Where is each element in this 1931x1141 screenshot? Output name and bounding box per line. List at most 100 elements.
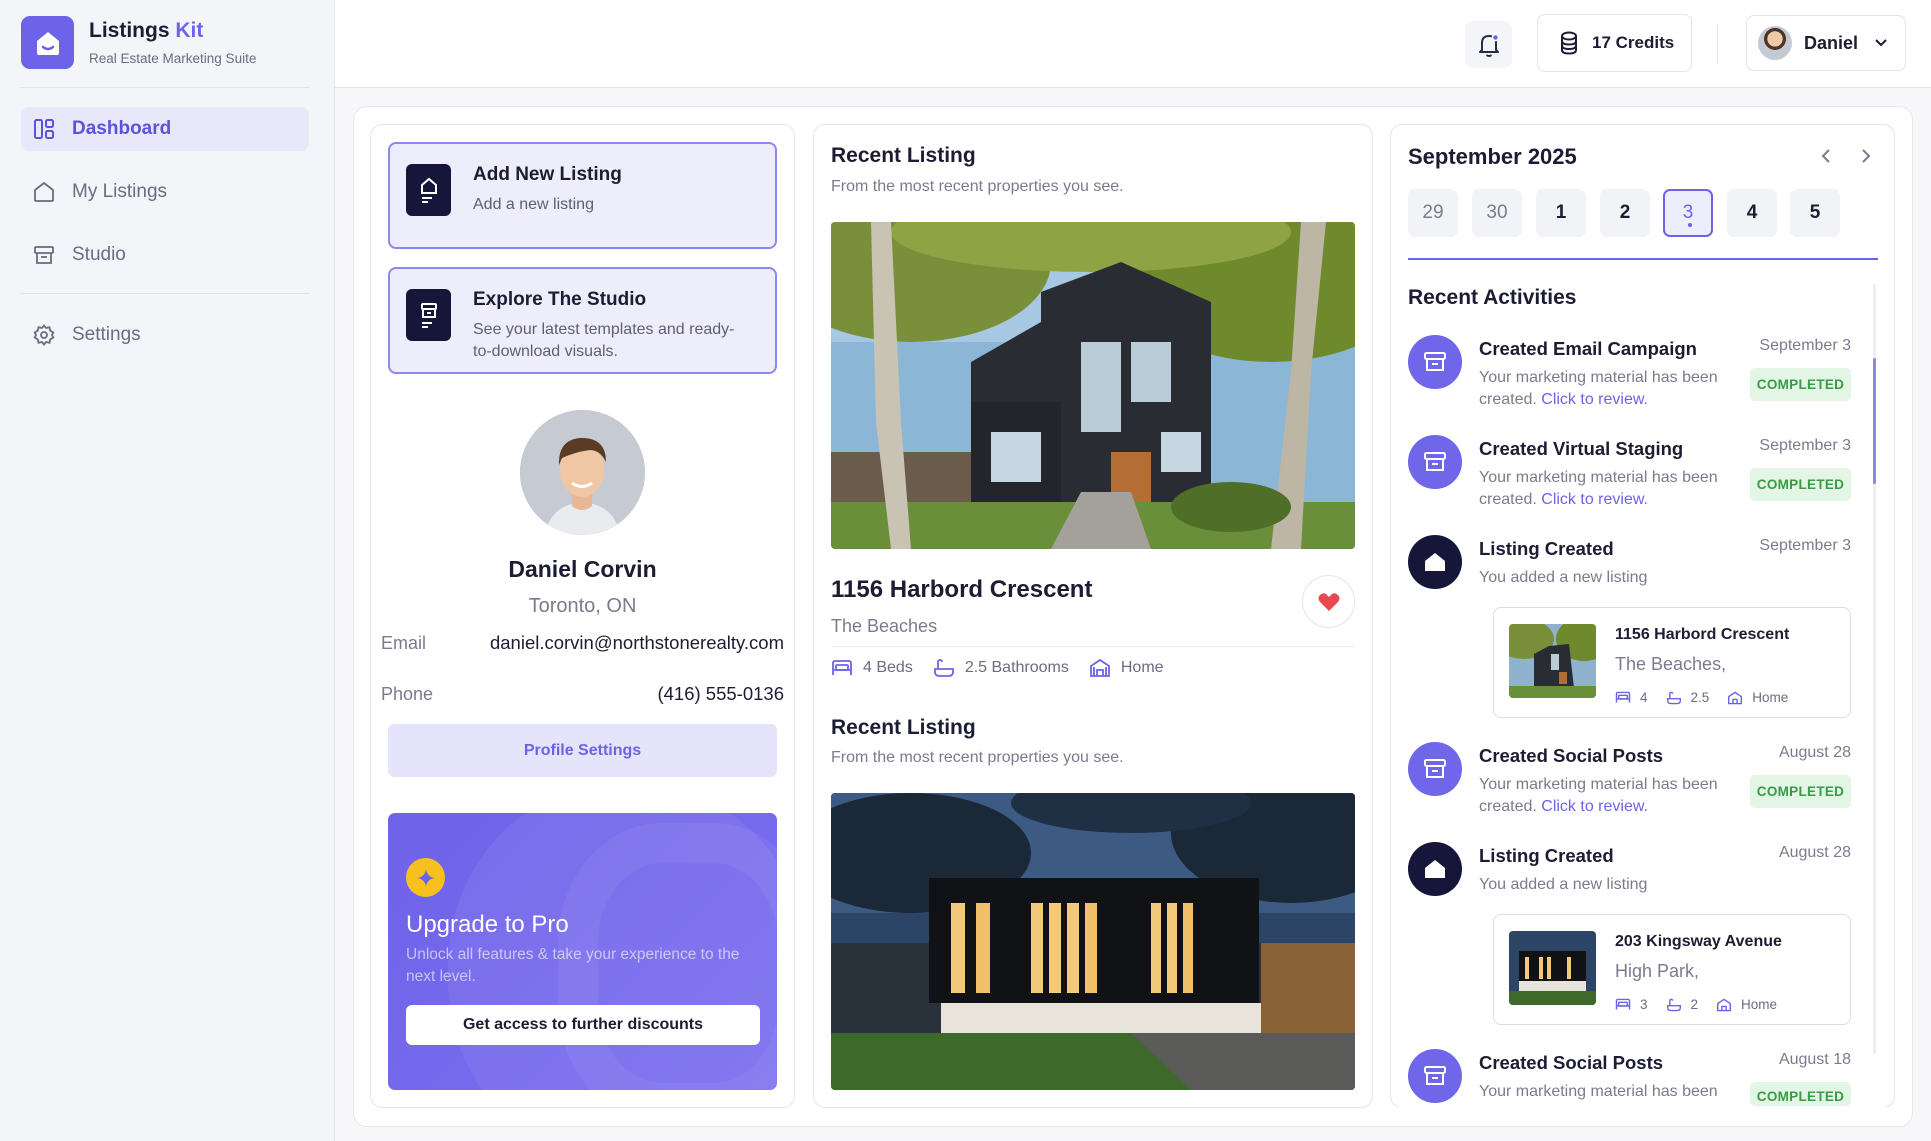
- calendar-day[interactable]: 4: [1727, 189, 1777, 237]
- studio-icon: [406, 289, 451, 341]
- status-badge: COMPLETED: [1750, 775, 1851, 808]
- beds-count: 3: [1640, 997, 1648, 1012]
- activity-listing-card[interactable]: 203 Kingsway Avenue High Park, 3 2 Home: [1493, 914, 1851, 1025]
- calendar-day[interactable]: 2: [1600, 189, 1650, 237]
- activity-description: Your marketing material has been created…: [1479, 776, 1718, 815]
- listing-thumbnail: [1509, 624, 1596, 698]
- beds-count: 4: [1640, 690, 1648, 705]
- type-label: Home: [1752, 690, 1789, 705]
- activity-description: You added a new listing: [1479, 876, 1648, 893]
- status-badge: COMPLETED: [1750, 1082, 1851, 1106]
- calendar-day[interactable]: 29: [1408, 189, 1458, 237]
- action-subtitle: See your latest templates and ready-to-d…: [473, 321, 735, 360]
- brand[interactable]: Listings Kit Real Estate Marketing Suite: [21, 16, 256, 69]
- baths-feature: 2.5 Bathrooms: [933, 658, 1069, 678]
- house-type-icon: [1089, 658, 1110, 677]
- activity-home-icon: [1408, 842, 1462, 896]
- notifications-button[interactable]: [1465, 21, 1512, 68]
- column-bottom-mask: [1391, 1107, 1894, 1119]
- favorite-button[interactable]: [1302, 575, 1355, 628]
- activity-archive-icon: [1408, 1049, 1462, 1103]
- activity-listing-card[interactable]: 1156 Harbord Crescent The Beaches, 4 2.5…: [1493, 607, 1851, 718]
- bed-icon: [832, 660, 852, 675]
- recent-listing-subtitle: From the most recent properties you see.: [831, 749, 1124, 766]
- sidebar-item-settings[interactable]: Settings: [21, 313, 309, 357]
- activity-title[interactable]: Created Email Campaign: [1479, 338, 1697, 360]
- status-badge: COMPLETED: [1750, 368, 1851, 401]
- listing-thumbnail: [1509, 931, 1596, 1005]
- bath-icon: [1666, 691, 1681, 704]
- listing-photo[interactable]: [831, 793, 1355, 1090]
- calendar-day[interactable]: 1: [1536, 189, 1586, 237]
- phone-value[interactable]: (416) 555-0136: [657, 683, 784, 705]
- home-icon: [32, 180, 56, 204]
- calendar-prev-button[interactable]: [1816, 146, 1836, 166]
- review-link[interactable]: Click to review.: [1541, 391, 1648, 408]
- mini-listing-features: 3 2 Home: [1615, 997, 1795, 1012]
- bed-icon: [1615, 998, 1631, 1010]
- user-menu-button[interactable]: Daniel: [1746, 15, 1906, 71]
- recent-listing-title: Recent Listing: [831, 144, 976, 167]
- archive-icon: [32, 243, 56, 267]
- sidebar-item-dashboard[interactable]: Dashboard: [21, 107, 309, 151]
- chevron-down-icon: [1875, 39, 1887, 47]
- email-value[interactable]: daniel.corvin@northstonerealty.com: [490, 632, 784, 654]
- credits-button[interactable]: 17 Credits: [1537, 14, 1692, 72]
- add-listing-icon: [406, 164, 451, 216]
- activity-scrollbar-thumb[interactable]: [1873, 358, 1876, 484]
- sidebar: Listings Kit Real Estate Marketing Suite…: [0, 0, 335, 1141]
- activity-archive-icon: [1408, 335, 1462, 389]
- activity-date: August 28: [1778, 744, 1851, 761]
- brand-subtitle: Real Estate Marketing Suite: [89, 51, 257, 66]
- calendar-day[interactable]: 5: [1790, 189, 1840, 237]
- calendar-next-button[interactable]: [1856, 146, 1876, 166]
- upgrade-card: Upgrade to Pro Unlock all features & tak…: [388, 813, 777, 1090]
- activity-date: September 3: [1759, 337, 1851, 354]
- bed-icon: [1615, 691, 1631, 703]
- activity-date: September 3: [1759, 437, 1851, 454]
- calendar-day-selected[interactable]: 3: [1663, 189, 1713, 237]
- sidebar-item-label: Studio: [72, 244, 126, 265]
- sidebar-divider: [20, 87, 310, 88]
- coins-icon: [1561, 31, 1577, 55]
- review-link[interactable]: Click to review.: [1541, 798, 1648, 815]
- activity-date: August 28: [1778, 844, 1851, 861]
- avatar: [1758, 26, 1792, 60]
- add-new-listing-card[interactable]: Add New Listing Add a new listing: [388, 142, 777, 249]
- bell-icon: [1478, 33, 1499, 57]
- upgrade-discount-button[interactable]: Get access to further discounts: [406, 1005, 760, 1045]
- dashboard-icon: [32, 117, 56, 141]
- type-label: Home: [1120, 659, 1164, 676]
- baths-count: 2.5: [1690, 690, 1710, 705]
- activity-title[interactable]: Created Virtual Staging: [1479, 438, 1683, 460]
- action-title: Add New Listing: [473, 164, 622, 185]
- explore-studio-card[interactable]: Explore The Studio See your latest templ…: [388, 267, 777, 374]
- phone-label: Phone: [381, 684, 434, 704]
- recent-activities-title: Recent Activities: [1408, 286, 1577, 309]
- header-divider: [1717, 24, 1718, 64]
- credits-label: 17 Credits: [1592, 33, 1675, 52]
- activity-archive-icon: [1408, 435, 1462, 489]
- sidebar-divider: [20, 293, 310, 294]
- activity-title[interactable]: Listing Created: [1479, 845, 1614, 867]
- activity-title[interactable]: Created Social Posts: [1479, 1052, 1663, 1074]
- brand-logo-icon: [21, 16, 74, 69]
- sidebar-item-studio[interactable]: Studio: [21, 233, 309, 277]
- review-link[interactable]: Click to review.: [1541, 491, 1648, 508]
- user-name: Daniel: [1804, 32, 1859, 53]
- gear-icon: [32, 323, 56, 347]
- listing-photo[interactable]: [831, 222, 1355, 549]
- activity-title[interactable]: Created Social Posts: [1479, 745, 1663, 767]
- profile-settings-button[interactable]: Profile Settings: [388, 724, 777, 777]
- email-label: Email: [381, 633, 427, 653]
- heart-icon: [1318, 592, 1339, 611]
- listing-features: 4 Beds 2.5 Bathrooms Home: [831, 658, 1184, 678]
- mini-listing-name: 203 Kingsway Avenue: [1615, 933, 1782, 950]
- calendar-day[interactable]: 30: [1472, 189, 1522, 237]
- activity-title[interactable]: Listing Created: [1479, 538, 1614, 560]
- calendar-underline: [1408, 258, 1878, 260]
- sidebar-item-my-listings[interactable]: My Listings: [21, 170, 309, 214]
- profile-name: Daniel Corvin: [508, 556, 657, 582]
- listing-name[interactable]: 1156 Harbord Crescent: [831, 576, 1092, 604]
- baths-count: 2: [1690, 997, 1699, 1012]
